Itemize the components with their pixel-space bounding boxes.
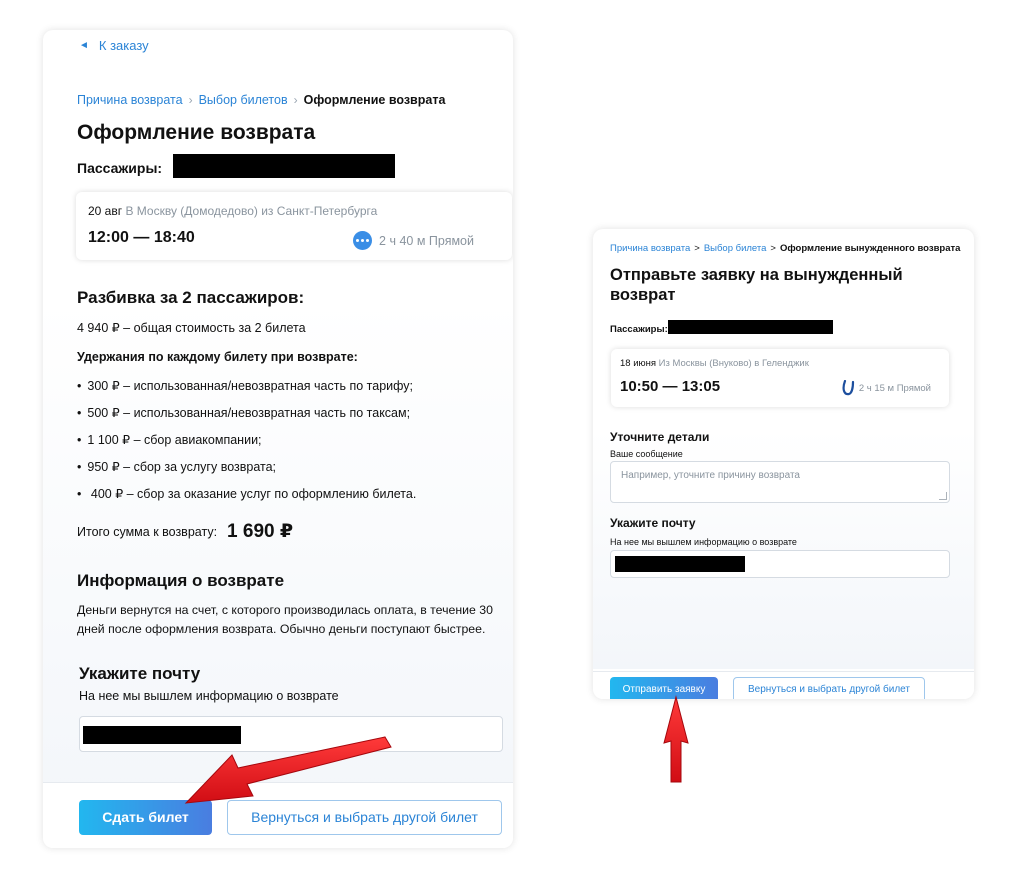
airline-swoosh-icon — [842, 380, 854, 396]
breakdown-title: Разбивка за 2 пассажиров: — [77, 288, 305, 307]
airline-dots-icon — [353, 231, 373, 250]
flight-date-route: 20 авг В Москву (Домодедово) из Санкт-Пе… — [88, 204, 377, 218]
choose-other-ticket-button[interactable]: Вернуться и выбрать другой билет — [733, 677, 925, 699]
flight-time: 10:50 — 13:05 — [620, 378, 721, 395]
passengers-label: Пассажиры: — [77, 160, 163, 176]
email-title: Укажите почту — [610, 516, 696, 530]
resize-grip-icon[interactable] — [939, 492, 947, 500]
list-item: 1 100 ₽ – сбор авиакомпании; — [77, 432, 416, 459]
flight-duration-text: 2 ч 15 м Прямой — [858, 382, 931, 394]
email-title: Укажите почту — [79, 664, 201, 683]
refund-total-label: Итого сумма к возврату: — [77, 524, 218, 539]
page-title: Оформление возврата — [77, 121, 316, 144]
flight-duration: 2 ч 15 м Прямой — [841, 380, 931, 396]
details-title: Уточните детали — [610, 430, 710, 444]
refund-info-title: Информация о возврате — [77, 571, 285, 590]
breadcrumb-separator-icon: › — [188, 93, 193, 107]
email-redacted — [615, 556, 745, 572]
refund-total: Итого сумма к возврату: 1 690 ₽ — [77, 520, 293, 543]
flight-date: 20 авг — [88, 204, 123, 218]
passengers-redacted — [668, 320, 833, 334]
breadcrumb-item-current: Оформление возврата — [303, 93, 446, 107]
flight-time: 12:00 — 18:40 — [88, 229, 195, 246]
flight-card: 20 авг В Москву (Домодедово) из Санкт-Пе… — [76, 192, 512, 260]
back-to-order-link[interactable]: ◄ К заказу — [79, 38, 149, 53]
flight-duration: 2 ч 40 м Прямой — [353, 231, 474, 250]
breadcrumb-item-reason[interactable]: Причина возврата — [610, 243, 690, 254]
refund-total-value: 1 690 ₽ — [227, 521, 294, 542]
passengers-redacted — [173, 154, 395, 178]
deductions-title: Удержания по каждому билету при возврате… — [77, 350, 358, 364]
list-item: 300 ₽ – использованная/невозвратная част… — [77, 378, 416, 405]
list-item: 950 ₽ – сбор за услугу возврата; — [77, 459, 416, 486]
deductions-list: 300 ₽ – использованная/невозвратная част… — [77, 378, 416, 513]
email-redacted — [83, 726, 241, 744]
flight-duration-text: 2 ч 40 м Прямой — [379, 233, 474, 248]
flight-route: Из Москвы (Внуково) в Геленджик — [658, 358, 809, 369]
red-arrow-icon — [663, 695, 689, 783]
email-hint: На нее мы вышлем информацию о возврате — [79, 689, 339, 703]
list-item: 400 ₽ – сбор за оказание услуг по оформл… — [77, 486, 416, 513]
passengers-label: Пассажиры: — [610, 324, 668, 335]
email-field[interactable] — [79, 716, 503, 752]
flight-date-route: 18 июня Из Москвы (Внуково) в Геленджик — [620, 358, 809, 369]
send-request-button[interactable]: Отправить заявку — [610, 677, 718, 699]
back-to-order-label: К заказу — [98, 38, 149, 53]
breadcrumb-item-tickets[interactable]: Выбор билетов — [199, 93, 288, 107]
flight-date: 18 июня — [620, 358, 657, 369]
breadcrumb-separator-icon: > — [770, 243, 776, 254]
page-title: Отправьте заявку на вынужденный возврат — [610, 266, 903, 304]
breadcrumb-item-ticket[interactable]: Выбор билета — [704, 243, 767, 254]
back-arrow-icon: ◄ — [79, 40, 89, 51]
breadcrumb-item-current: Оформление вынужденного возврата — [779, 243, 961, 254]
email-field[interactable] — [610, 550, 950, 578]
submit-refund-button[interactable]: Сдать билет — [79, 800, 212, 835]
breadcrumb-item-reason[interactable]: Причина возврата — [77, 93, 183, 107]
breadcrumb-separator-icon: › — [293, 93, 298, 107]
breadcrumb-separator-icon: > — [694, 243, 700, 254]
refund-form-panel: ◄ К заказу Причина возврата › Выбор биле… — [43, 30, 513, 848]
choose-other-ticket-button[interactable]: Вернуться и выбрать другой билет — [227, 800, 502, 835]
breadcrumb: Причина возврата › Выбор билетов › Оформ… — [77, 93, 445, 107]
breadcrumb: Причина возврата > Выбор билета > Оформл… — [610, 243, 960, 254]
list-item: 500 ₽ – использованная/невозвратная част… — [77, 405, 416, 432]
message-textarea[interactable]: Например, уточните причину возврата — [610, 461, 950, 503]
total-cost: 4 940 ₽ – общая стоимость за 2 билета — [77, 321, 306, 335]
email-hint: На нее мы вышлем информацию о возврате — [610, 537, 797, 547]
forced-refund-panel: Причина возврата > Выбор билета > Оформл… — [593, 229, 974, 699]
flight-route: В Москву (Домодедово) из Санкт-Петербург… — [125, 204, 378, 218]
flight-card: 18 июня Из Москвы (Внуково) в Геленджик … — [611, 349, 949, 407]
message-placeholder: Например, уточните причину возврата — [621, 470, 800, 481]
refund-info-text: Деньги вернутся на счет, с которого прои… — [77, 603, 493, 636]
message-label: Ваше сообщение — [610, 449, 683, 459]
